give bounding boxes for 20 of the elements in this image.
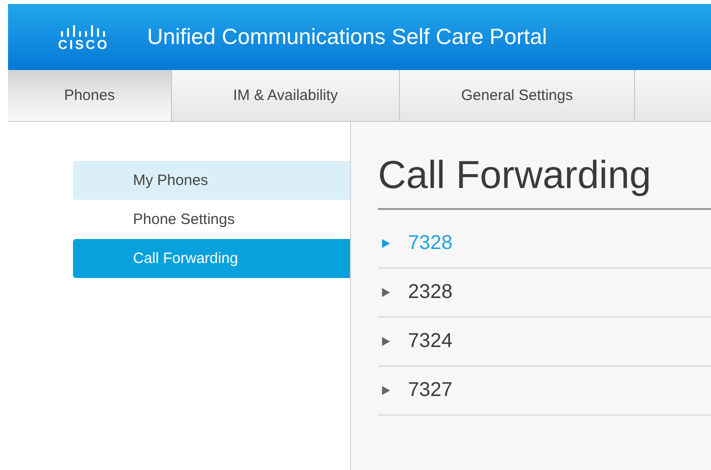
line-row[interactable]: 2328 bbox=[378, 269, 711, 318]
page-heading: Call Forwarding bbox=[378, 150, 711, 210]
logo-text: CISCO bbox=[58, 38, 110, 51]
line-number: 7324 bbox=[408, 330, 452, 353]
line-number: 2328 bbox=[408, 281, 452, 304]
logo-bars-icon bbox=[61, 23, 106, 37]
line-number: 7328 bbox=[408, 232, 452, 255]
expand-arrow-icon bbox=[382, 337, 390, 346]
expand-arrow-icon bbox=[382, 288, 390, 297]
line-row[interactable]: 7324 bbox=[378, 318, 711, 367]
nav-tab[interactable]: Phones bbox=[8, 70, 172, 121]
line-number: 7327 bbox=[408, 379, 452, 402]
line-row[interactable]: 7327 bbox=[378, 367, 711, 416]
portal-title: Unified Communications Self Care Portal bbox=[147, 24, 548, 50]
expand-arrow-icon bbox=[382, 239, 390, 248]
expand-arrow-icon bbox=[382, 386, 390, 395]
sidebar-item[interactable]: Phone Settings bbox=[73, 200, 350, 239]
nav-tab[interactable]: General Settings bbox=[400, 70, 635, 121]
nav-tab[interactable]: IM & Availability bbox=[172, 70, 400, 121]
sidebar-item[interactable]: My Phones bbox=[73, 161, 350, 200]
